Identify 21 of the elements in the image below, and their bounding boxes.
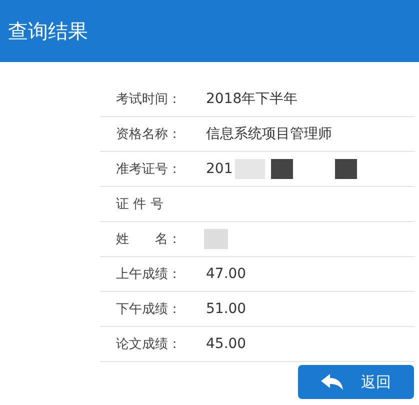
- page-title: 查询结果: [8, 18, 88, 44]
- field-label: 资格名称：: [116, 126, 182, 143]
- redaction-block: [334, 159, 357, 179]
- field-label: 姓 名：: [116, 231, 182, 248]
- redaction-block: [270, 159, 293, 179]
- field-label: 证 件 号: [116, 196, 164, 213]
- redaction-block: [234, 159, 265, 179]
- field-value: 2018年下半年: [206, 90, 298, 108]
- back-button[interactable]: 返回: [298, 365, 414, 399]
- field-value: 信息系统项目管理师: [206, 125, 332, 143]
- back-arrow-icon: [321, 374, 343, 390]
- field-value: 51.00: [206, 301, 246, 317]
- field-value: 201: [206, 161, 233, 177]
- field-label: 考试时间：: [116, 91, 182, 108]
- field-value: 47.00: [206, 266, 246, 282]
- field-label: 准考证号：: [116, 161, 182, 178]
- field-label: 论文成绩：: [116, 336, 182, 353]
- redaction-block: [204, 229, 228, 249]
- field-label: 下午成绩：: [116, 301, 182, 318]
- field-label: 上午成绩：: [116, 266, 182, 283]
- field-value: 45.00: [206, 336, 246, 352]
